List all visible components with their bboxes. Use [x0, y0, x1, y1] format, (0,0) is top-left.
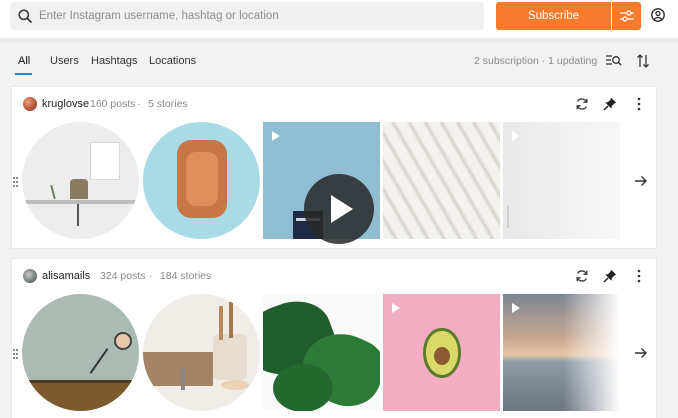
- drag-handle-icon[interactable]: [13, 349, 19, 359]
- play-overlay-button[interactable]: [304, 174, 374, 244]
- refresh-icon: [576, 270, 588, 282]
- video-thumbnail[interactable]: [383, 294, 500, 411]
- pin-icon: [603, 269, 617, 283]
- post-count: 160 posts: [90, 98, 136, 110]
- play-icon: [512, 131, 520, 141]
- arrow-right-icon: [635, 176, 647, 186]
- feed-card-header: alisamails 324 posts · 184 stories: [12, 259, 658, 291]
- play-icon: [392, 303, 400, 313]
- sort-icon[interactable]: [637, 54, 649, 68]
- video-thumbnail[interactable]: [503, 122, 620, 239]
- next-arrow[interactable]: [633, 345, 649, 361]
- play-icon: [512, 303, 520, 313]
- meta-separator: ·: [149, 270, 153, 282]
- refresh-button[interactable]: [574, 96, 590, 112]
- filters-button[interactable]: [612, 2, 641, 30]
- list-search-icon[interactable]: [606, 54, 622, 68]
- video-thumbnail[interactable]: [503, 294, 620, 411]
- play-icon: [272, 131, 280, 141]
- tab-all[interactable]: All: [18, 55, 30, 67]
- drag-handle-icon[interactable]: [13, 177, 19, 187]
- story-thumbnail[interactable]: [22, 294, 139, 411]
- next-arrow[interactable]: [633, 173, 649, 189]
- feed-card-header: kruglovse 160 posts · 5 stories: [12, 87, 658, 119]
- more-vertical-icon: [637, 269, 641, 283]
- search-box[interactable]: [10, 2, 484, 30]
- active-tab-indicator: [15, 73, 32, 75]
- meta-separator: ·: [137, 98, 141, 110]
- subscribe-button[interactable]: Subscribe: [496, 2, 611, 30]
- story-thumbnail[interactable]: [143, 294, 260, 411]
- pin-icon: [603, 97, 617, 111]
- filters-icon: [619, 10, 634, 22]
- pin-button[interactable]: [602, 268, 618, 284]
- search-icon: [18, 9, 32, 23]
- more-vertical-icon: [637, 97, 641, 111]
- filter-tabs: All Users Hashtags Locations 2 subscript…: [0, 44, 678, 76]
- story-thumbnail[interactable]: [22, 122, 139, 239]
- account-icon: [651, 8, 665, 22]
- tab-hashtags[interactable]: Hashtags: [91, 55, 137, 67]
- story-thumbnail[interactable]: [143, 122, 260, 239]
- top-bar: Subscribe: [0, 0, 678, 38]
- story-count: 5 stories: [148, 98, 188, 110]
- subscription-status: 2 subscription · 1 updating: [474, 55, 598, 67]
- more-button[interactable]: [631, 96, 647, 112]
- avatar[interactable]: [23, 269, 37, 283]
- search-input[interactable]: [39, 10, 469, 22]
- tab-locations[interactable]: Locations: [149, 55, 196, 67]
- tab-users[interactable]: Users: [50, 55, 79, 67]
- avatar[interactable]: [23, 97, 37, 111]
- account-button[interactable]: [650, 7, 666, 23]
- more-button[interactable]: [631, 268, 647, 284]
- post-count: 324 posts: [100, 270, 146, 282]
- feed-card: alisamails 324 posts · 184 stories: [11, 258, 657, 418]
- refresh-icon: [576, 98, 588, 110]
- arrow-right-icon: [635, 348, 647, 358]
- refresh-button[interactable]: [574, 268, 590, 284]
- photo-thumbnail[interactable]: [263, 294, 380, 411]
- pin-button[interactable]: [602, 96, 618, 112]
- photo-thumbnail[interactable]: [383, 122, 500, 239]
- story-count: 184 stories: [160, 270, 212, 282]
- feed-username[interactable]: kruglovse: [42, 98, 89, 110]
- feed-username[interactable]: alisamails: [42, 270, 90, 282]
